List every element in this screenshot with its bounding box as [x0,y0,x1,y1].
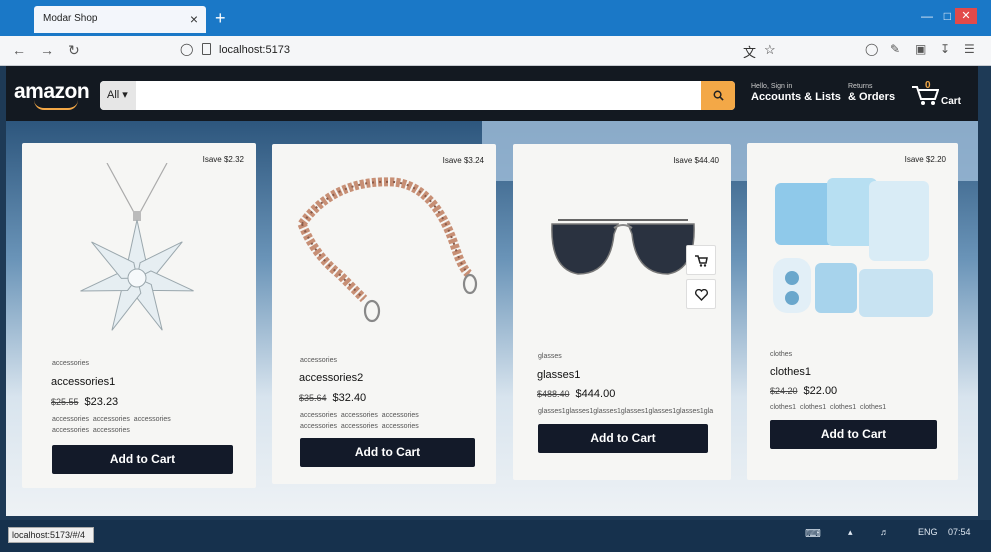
bookmark-star-icon[interactable]: ☆ [764,42,776,58]
add-to-cart-button[interactable]: Add to Cart [770,420,937,449]
translate-icon[interactable]: 文 [743,42,756,61]
current-price: $444.00 [575,388,616,400]
product-card[interactable]: Isave $44.40 glasses glasses1 $488.40 $44… [513,144,731,480]
product-tags-line: accessories accessories [52,427,130,434]
clock[interactable]: 07:54 [948,527,971,537]
extensions-icon[interactable]: ✎ [890,42,900,56]
add-to-cart-button[interactable]: Add to Cart [52,445,233,474]
chain-strap-image[interactable] [294,174,479,324]
product-name[interactable]: accessories2 [299,372,363,384]
product-tags-line: accessories accessories accessories [52,416,171,423]
download-icon[interactable]: ↧ [940,42,950,56]
orders-label: & Orders [848,91,896,103]
browser-tabbar: Modar Shop × + — □ ✕ [0,0,991,36]
product-category: glasses [538,353,562,360]
back-icon[interactable]: ← [12,42,26,58]
reader-icon[interactable]: ▣ [915,42,926,56]
baby-clothes-set-image[interactable] [767,173,937,328]
tab-close-icon[interactable]: × [190,11,198,27]
heart-icon [694,288,708,301]
browser-navbar: ← → ↻ ◯ localhost:5173 文 ☆ ◯ ✎ ▣ ↧ ☰ [0,36,991,66]
product-name[interactable]: accessories1 [51,376,115,388]
add-to-cart-button[interactable]: Add to Cart [538,424,708,453]
cart-icon [694,254,708,267]
sunglasses-image[interactable] [548,214,698,284]
product-tags: accessories accessories accessories acce… [300,410,480,432]
search-input[interactable] [136,81,699,110]
language-indicator[interactable]: ENG [918,527,938,537]
product-category: accessories [52,360,89,367]
search-category-select[interactable]: All ▾ [100,81,136,110]
product-tags: glasses1glasses1glasses1glasses1glasses1… [538,406,728,417]
product-tags-line: glasses1glasses1glasses1glasses1glasses1… [538,408,714,415]
product-tags-line: accessories accessories accessories [300,412,419,419]
current-price: $32.40 [332,392,367,404]
current-price: $22.00 [803,385,838,397]
os-taskbar: ⌨ ▴ ♬ ENG 07:54 [0,520,991,552]
forward-icon[interactable]: → [40,42,54,58]
product-category: clothes [770,351,793,358]
window-close-icon[interactable]: ✕ [955,8,977,24]
network-icon[interactable]: ▴ [848,527,853,538]
cart-count: 0 [925,80,931,91]
search-button[interactable] [701,81,735,110]
snowflake-crystal-pendant-image[interactable] [62,163,212,343]
old-price: $24.20 [770,386,798,396]
accounts-greeting: Hello, Sign in [751,83,793,90]
cart-label: Cart [941,96,962,107]
tab-title: Modar Shop [43,13,98,24]
price-row: $488.40 $444.00 [537,388,615,400]
keyboard-icon[interactable]: ⌨ [805,527,821,540]
accounts-menu[interactable]: Hello, Sign in Accounts & Lists [751,83,841,103]
pocket-icon[interactable]: ◯ [865,42,878,56]
product-card[interactable]: Isave $3.24 accessories accessories2 $35… [272,144,496,484]
price-row: $25.55 $23.23 [51,396,118,408]
accounts-label: Accounts & Lists [751,91,841,103]
product-tags: clothes1 clothes1 clothes1 clothes1 [770,402,950,413]
product-tags-line: accessories accessories accessories [300,423,419,430]
quick-add-cart-button[interactable] [686,245,716,275]
price-row: $35.64 $32.40 [299,392,366,404]
logo-smile-icon [34,100,78,110]
returns-label: Returns [848,83,873,90]
current-price: $23.23 [84,396,119,408]
new-tab-icon[interactable]: + [215,8,226,29]
link-status-bar: localhost:5173/#/4 [8,527,94,543]
product-tags-line: clothes1 clothes1 clothes1 clothes1 [770,404,887,411]
product-card[interactable]: Isave $2.32 accessories accessories1 $25… [22,143,256,488]
product-name[interactable]: glasses1 [537,369,580,381]
old-price: $35.64 [299,393,327,403]
search-icon [713,90,724,101]
maximize-icon[interactable]: □ [944,9,951,23]
menu-icon[interactable]: ☰ [964,42,975,56]
shield-icon[interactable]: ◯ [180,42,193,56]
page-icon [202,43,211,55]
site-header: amazon All ▾ Hello, Sign in Accounts & L… [6,66,978,121]
product-tags: accessories accessories accessories acce… [52,414,242,436]
orders-menu[interactable]: Returns & Orders [848,83,895,103]
save-badge: Isave $2.20 [904,155,946,164]
save-badge: Isave $44.40 [673,156,719,165]
search-bar: All ▾ [100,81,735,110]
wishlist-heart-button[interactable] [686,279,716,309]
reload-icon[interactable]: ↻ [68,42,80,59]
old-price: $488.40 [537,389,570,399]
url-text[interactable]: localhost:5173 [219,44,290,56]
browser-tab[interactable]: Modar Shop × [34,6,206,33]
save-badge: Isave $3.24 [442,156,484,165]
minimize-icon[interactable]: — [921,9,933,23]
old-price: $25.55 [51,397,79,407]
product-card[interactable]: Isave $2.20 clothes clothes1 $24.20 $22.0… [747,143,958,480]
add-to-cart-button[interactable]: Add to Cart [300,438,475,467]
address-bar[interactable]: ◯ localhost:5173 文 ☆ [168,40,788,62]
product-name[interactable]: clothes1 [770,366,811,378]
price-row: $24.20 $22.00 [770,385,837,397]
product-category: accessories [300,357,337,364]
volume-icon[interactable]: ♬ [880,527,889,537]
